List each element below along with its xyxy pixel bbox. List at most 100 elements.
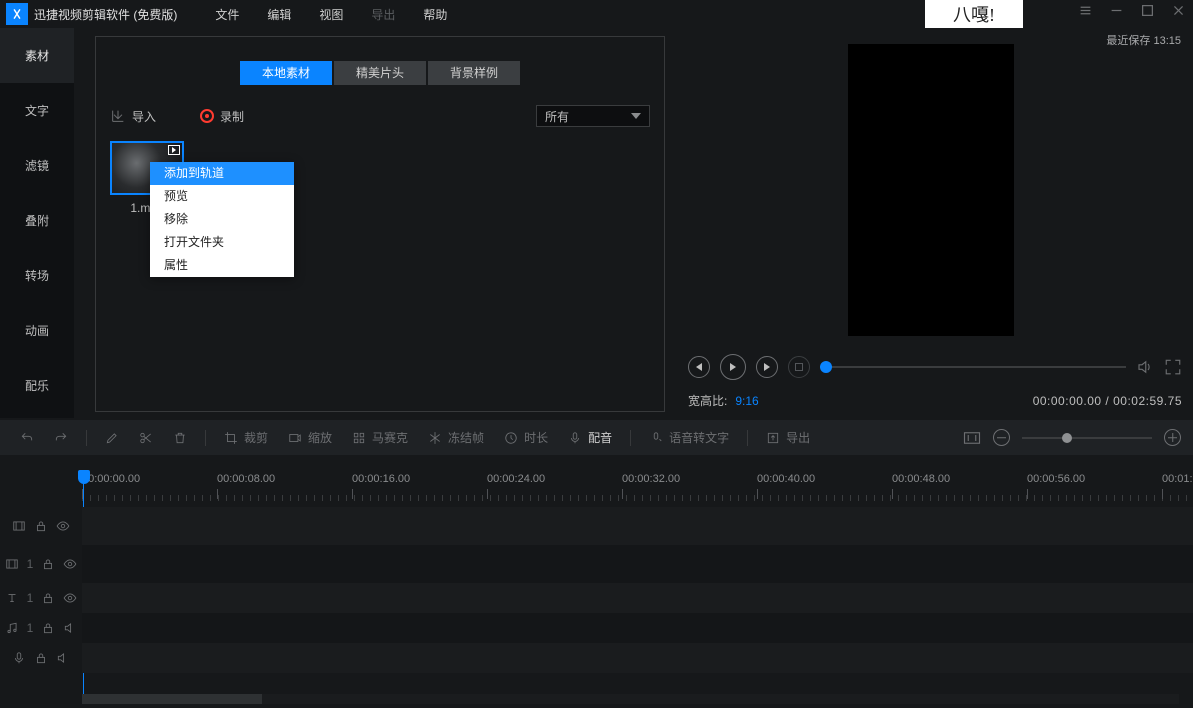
preview-canvas[interactable] — [848, 44, 1014, 336]
import-button[interactable]: 导入 — [110, 108, 156, 125]
lock-icon[interactable] — [41, 557, 55, 571]
track-body[interactable] — [82, 545, 1193, 583]
menu-view[interactable]: 视图 — [319, 6, 343, 23]
zoom-out-button[interactable] — [993, 429, 1010, 446]
text-track-1[interactable]: 1 — [0, 583, 1193, 613]
volume-icon[interactable] — [63, 621, 77, 635]
track-body[interactable] — [82, 613, 1193, 643]
scrollbar-thumb[interactable] — [82, 694, 262, 704]
preview-info: 宽高比: 9:16 00:00:00.00 / 00:02:59.75 — [688, 392, 1182, 409]
lock-icon[interactable] — [41, 621, 55, 635]
stop-button[interactable] — [788, 356, 810, 378]
filter-dropdown[interactable]: 所有 — [536, 105, 650, 127]
play-button[interactable] — [720, 354, 746, 380]
duration-button[interactable]: 时长 — [496, 429, 556, 446]
crop-button[interactable]: 裁剪 — [216, 429, 276, 446]
ruler-mark: 00:00:24.00 — [487, 473, 545, 485]
edit-button[interactable] — [97, 431, 127, 445]
text-track-icon — [5, 591, 19, 605]
undo-button[interactable] — [12, 431, 42, 445]
eye-icon[interactable] — [63, 557, 77, 571]
video-track-main[interactable] — [0, 507, 1193, 545]
volume-icon[interactable] — [56, 651, 70, 665]
ctx-properties[interactable]: 属性 — [150, 254, 294, 277]
separator — [86, 430, 87, 446]
preview-seek[interactable] — [820, 366, 1126, 368]
nav-animation[interactable]: 动画 — [0, 303, 74, 358]
track-body[interactable] — [82, 643, 1193, 673]
video-track-icon — [5, 557, 19, 571]
nav-music[interactable]: 配乐 — [0, 358, 74, 413]
track-header[interactable]: 1 — [0, 583, 82, 613]
fit-icon[interactable] — [963, 431, 981, 445]
menu-help[interactable]: 帮助 — [423, 6, 447, 23]
redo-button[interactable] — [46, 431, 76, 445]
timeline-scrollbar[interactable] — [82, 694, 1179, 704]
nav-material[interactable]: 素材 — [0, 28, 74, 83]
lock-icon[interactable] — [41, 591, 55, 605]
delete-button[interactable] — [165, 431, 195, 445]
track-header[interactable] — [0, 643, 82, 673]
stt-button[interactable]: 语音转文字 — [641, 429, 737, 446]
menu-file[interactable]: 文件 — [215, 6, 239, 23]
audio-track-1[interactable]: 1 — [0, 613, 1193, 643]
eye-icon[interactable] — [56, 519, 70, 533]
chevron-down-icon — [631, 113, 641, 119]
close-icon[interactable] — [1172, 4, 1185, 17]
fullscreen-icon[interactable] — [1164, 358, 1182, 376]
triangle-right-icon — [764, 363, 770, 371]
track-header[interactable] — [0, 507, 82, 545]
maximize-icon[interactable] — [1141, 4, 1154, 17]
track-body[interactable] — [82, 507, 1193, 545]
ratio-value[interactable]: 9:16 — [735, 394, 758, 408]
timeline: 00:00:00.00 00:00:08.00 00:00:16.00 00:0… — [0, 455, 1193, 708]
tab-local[interactable]: 本地素材 — [240, 61, 332, 85]
record-button[interactable]: 录制 — [200, 108, 244, 125]
nav-overlay[interactable]: 叠附 — [0, 193, 74, 248]
ruler-mark: 00:00:08.00 — [217, 473, 275, 485]
lock-icon[interactable] — [34, 519, 48, 533]
minimize-icon[interactable] — [1110, 4, 1123, 17]
track-header[interactable]: 1 — [0, 545, 82, 583]
track-body[interactable] — [82, 583, 1193, 613]
ctx-open-folder[interactable]: 打开文件夹 — [150, 231, 294, 254]
dub-button[interactable]: 配音 — [560, 429, 620, 446]
filter-selected: 所有 — [545, 108, 569, 125]
mosaic-button[interactable]: 马赛克 — [344, 429, 416, 446]
ctx-remove[interactable]: 移除 — [150, 208, 294, 231]
export-button[interactable]: 导出 — [758, 429, 818, 446]
tab-bg[interactable]: 背景样例 — [428, 61, 520, 85]
zoom-button[interactable]: 缩放 — [280, 429, 340, 446]
menu-edit[interactable]: 编辑 — [267, 6, 291, 23]
zoom-in-button[interactable] — [1164, 429, 1181, 446]
seek-handle[interactable] — [820, 361, 832, 373]
nav-filters[interactable]: 滤镜 — [0, 138, 74, 193]
window-controls — [1079, 4, 1185, 17]
cut-button[interactable] — [131, 431, 161, 445]
zoom-handle[interactable] — [1062, 433, 1072, 443]
track-header[interactable]: 1 — [0, 613, 82, 643]
time-ruler[interactable]: 00:00:00.00 00:00:08.00 00:00:16.00 00:0… — [82, 473, 1193, 503]
context-menu: 添加到轨道 预览 移除 打开文件夹 属性 — [150, 162, 294, 277]
menubar: 文件 编辑 视图 导出 帮助 — [215, 6, 447, 23]
video-track-icon — [12, 519, 26, 533]
video-track-1[interactable]: 1 — [0, 545, 1193, 583]
ruler-mark: 00:00:40.00 — [757, 473, 815, 485]
settings-icon[interactable] — [1079, 4, 1092, 17]
prev-frame-button[interactable] — [688, 356, 710, 378]
tab-intro[interactable]: 精美片头 — [334, 61, 426, 85]
timeline-toolbar: 裁剪 缩放 马赛克 冻结帧 时长 配音 语音转文字 导出 — [0, 420, 1193, 455]
tracks: 1 1 1 — [0, 507, 1193, 673]
lock-icon[interactable] — [34, 651, 48, 665]
ctx-add-to-track[interactable]: 添加到轨道 — [150, 162, 294, 185]
zoom-slider[interactable] — [1022, 437, 1152, 439]
eye-icon[interactable] — [63, 591, 77, 605]
next-frame-button[interactable] — [756, 356, 778, 378]
ctx-preview[interactable]: 预览 — [150, 185, 294, 208]
voice-track[interactable] — [0, 643, 1193, 673]
volume-icon[interactable] — [1136, 358, 1154, 376]
title-ad[interactable]: 八嘎! — [925, 0, 1023, 28]
nav-transition[interactable]: 转场 — [0, 248, 74, 303]
nav-text[interactable]: 文字 — [0, 83, 74, 138]
freeze-button[interactable]: 冻结帧 — [420, 429, 492, 446]
